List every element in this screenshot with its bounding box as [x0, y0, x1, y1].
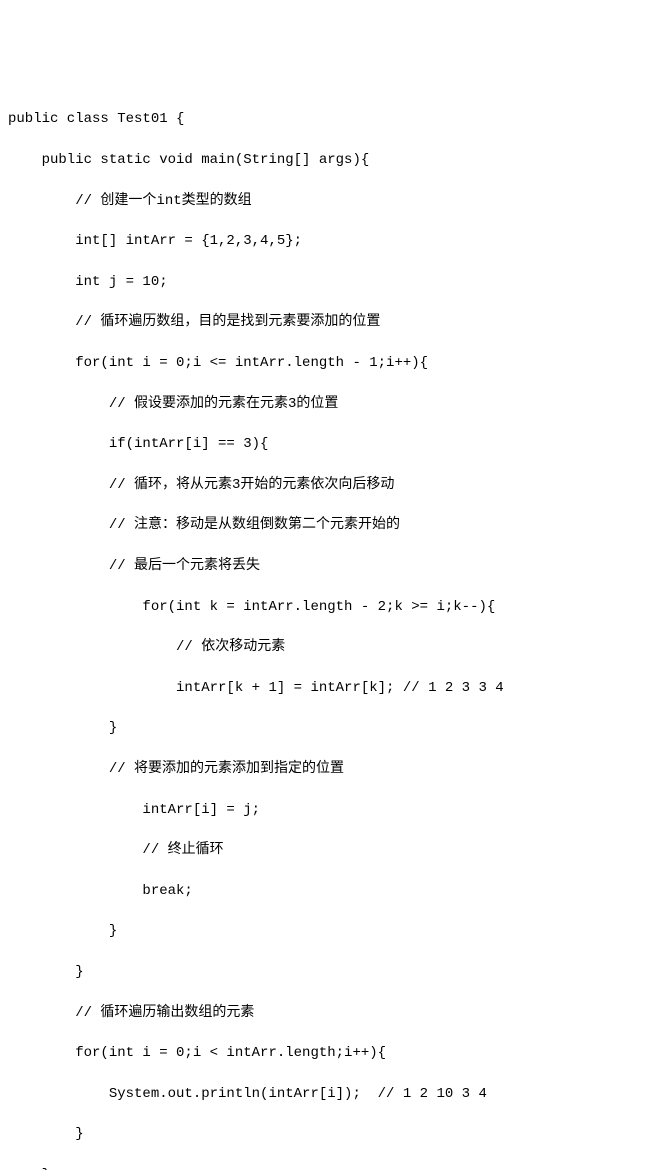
code-line: intArr[k + 1] = intArr[k]; // 1 2 3 3 4 — [8, 678, 638, 698]
code-line: intArr[i] = j; — [8, 800, 638, 820]
code-line: for(int i = 0;i <= intArr.length - 1;i++… — [8, 353, 638, 373]
code-line: int[] intArr = {1,2,3,4,5}; — [8, 231, 638, 251]
code-line: } — [8, 718, 638, 738]
code-line: // 将要添加的元素添加到指定的位置 — [8, 759, 638, 779]
code-line: public static void main(String[] args){ — [8, 150, 638, 170]
code-line: } — [8, 1165, 638, 1170]
code-line: public class Test01 { — [8, 109, 638, 129]
code-line: // 终止循环 — [8, 840, 638, 860]
code-line: for(int k = intArr.length - 2;k >= i;k--… — [8, 597, 638, 617]
code-line: int j = 10; — [8, 272, 638, 292]
code-line: // 最后一个元素将丢失 — [8, 556, 638, 576]
code-line: // 创建一个int类型的数组 — [8, 191, 638, 211]
code-line: // 循环，将从元素3开始的元素依次向后移动 — [8, 475, 638, 495]
code-line: // 依次移动元素 — [8, 637, 638, 657]
code-line: // 循环遍历输出数组的元素 — [8, 1003, 638, 1023]
code-line: } — [8, 962, 638, 982]
code-line: } — [8, 921, 638, 941]
code-line: } — [8, 1124, 638, 1144]
code-line: if(intArr[i] == 3){ — [8, 434, 638, 454]
code-line: // 注意：移动是从数组倒数第二个元素开始的 — [8, 515, 638, 535]
code-line: // 假设要添加的元素在元素3的位置 — [8, 394, 638, 414]
code-line: for(int i = 0;i < intArr.length;i++){ — [8, 1043, 638, 1063]
code-block: public class Test01 { public static void… — [8, 89, 638, 1170]
code-line: // 循环遍历数组，目的是找到元素要添加的位置 — [8, 312, 638, 332]
code-line: break; — [8, 881, 638, 901]
code-line: System.out.println(intArr[i]); // 1 2 10… — [8, 1084, 638, 1104]
